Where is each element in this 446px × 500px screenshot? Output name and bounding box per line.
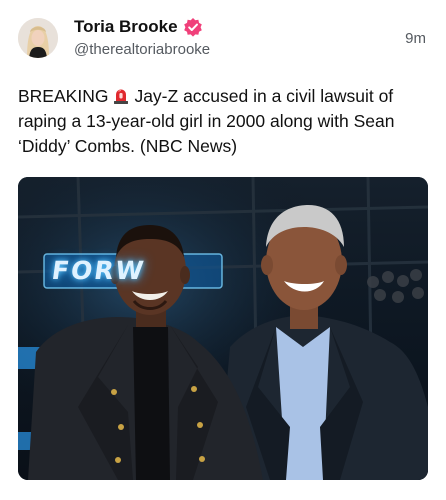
author-name-row: Toria Brooke: [74, 14, 210, 40]
post-card[interactable]: Toria Brooke @therealtoriabrooke 9m BREA…: [0, 0, 446, 500]
post-text-breaking: BREAKING: [18, 86, 109, 106]
author-info: Toria Brooke @therealtoriabrooke: [74, 14, 210, 58]
post-timestamp: 9m: [405, 30, 426, 47]
author-avatar[interactable]: [18, 18, 58, 58]
background-sign-text: FORW: [49, 256, 148, 285]
verified-badge-icon: [183, 17, 203, 37]
post-text: BREAKING Jay-Z accused in a civil lawsui…: [18, 84, 430, 159]
post-image[interactable]: FORW: [18, 177, 428, 480]
avatar-image: [18, 18, 58, 58]
author-handle[interactable]: @therealtoriabrooke: [74, 41, 210, 58]
author-display-name[interactable]: Toria Brooke: [74, 17, 178, 37]
siren-icon: [112, 87, 130, 105]
photo-scene: [18, 177, 428, 480]
